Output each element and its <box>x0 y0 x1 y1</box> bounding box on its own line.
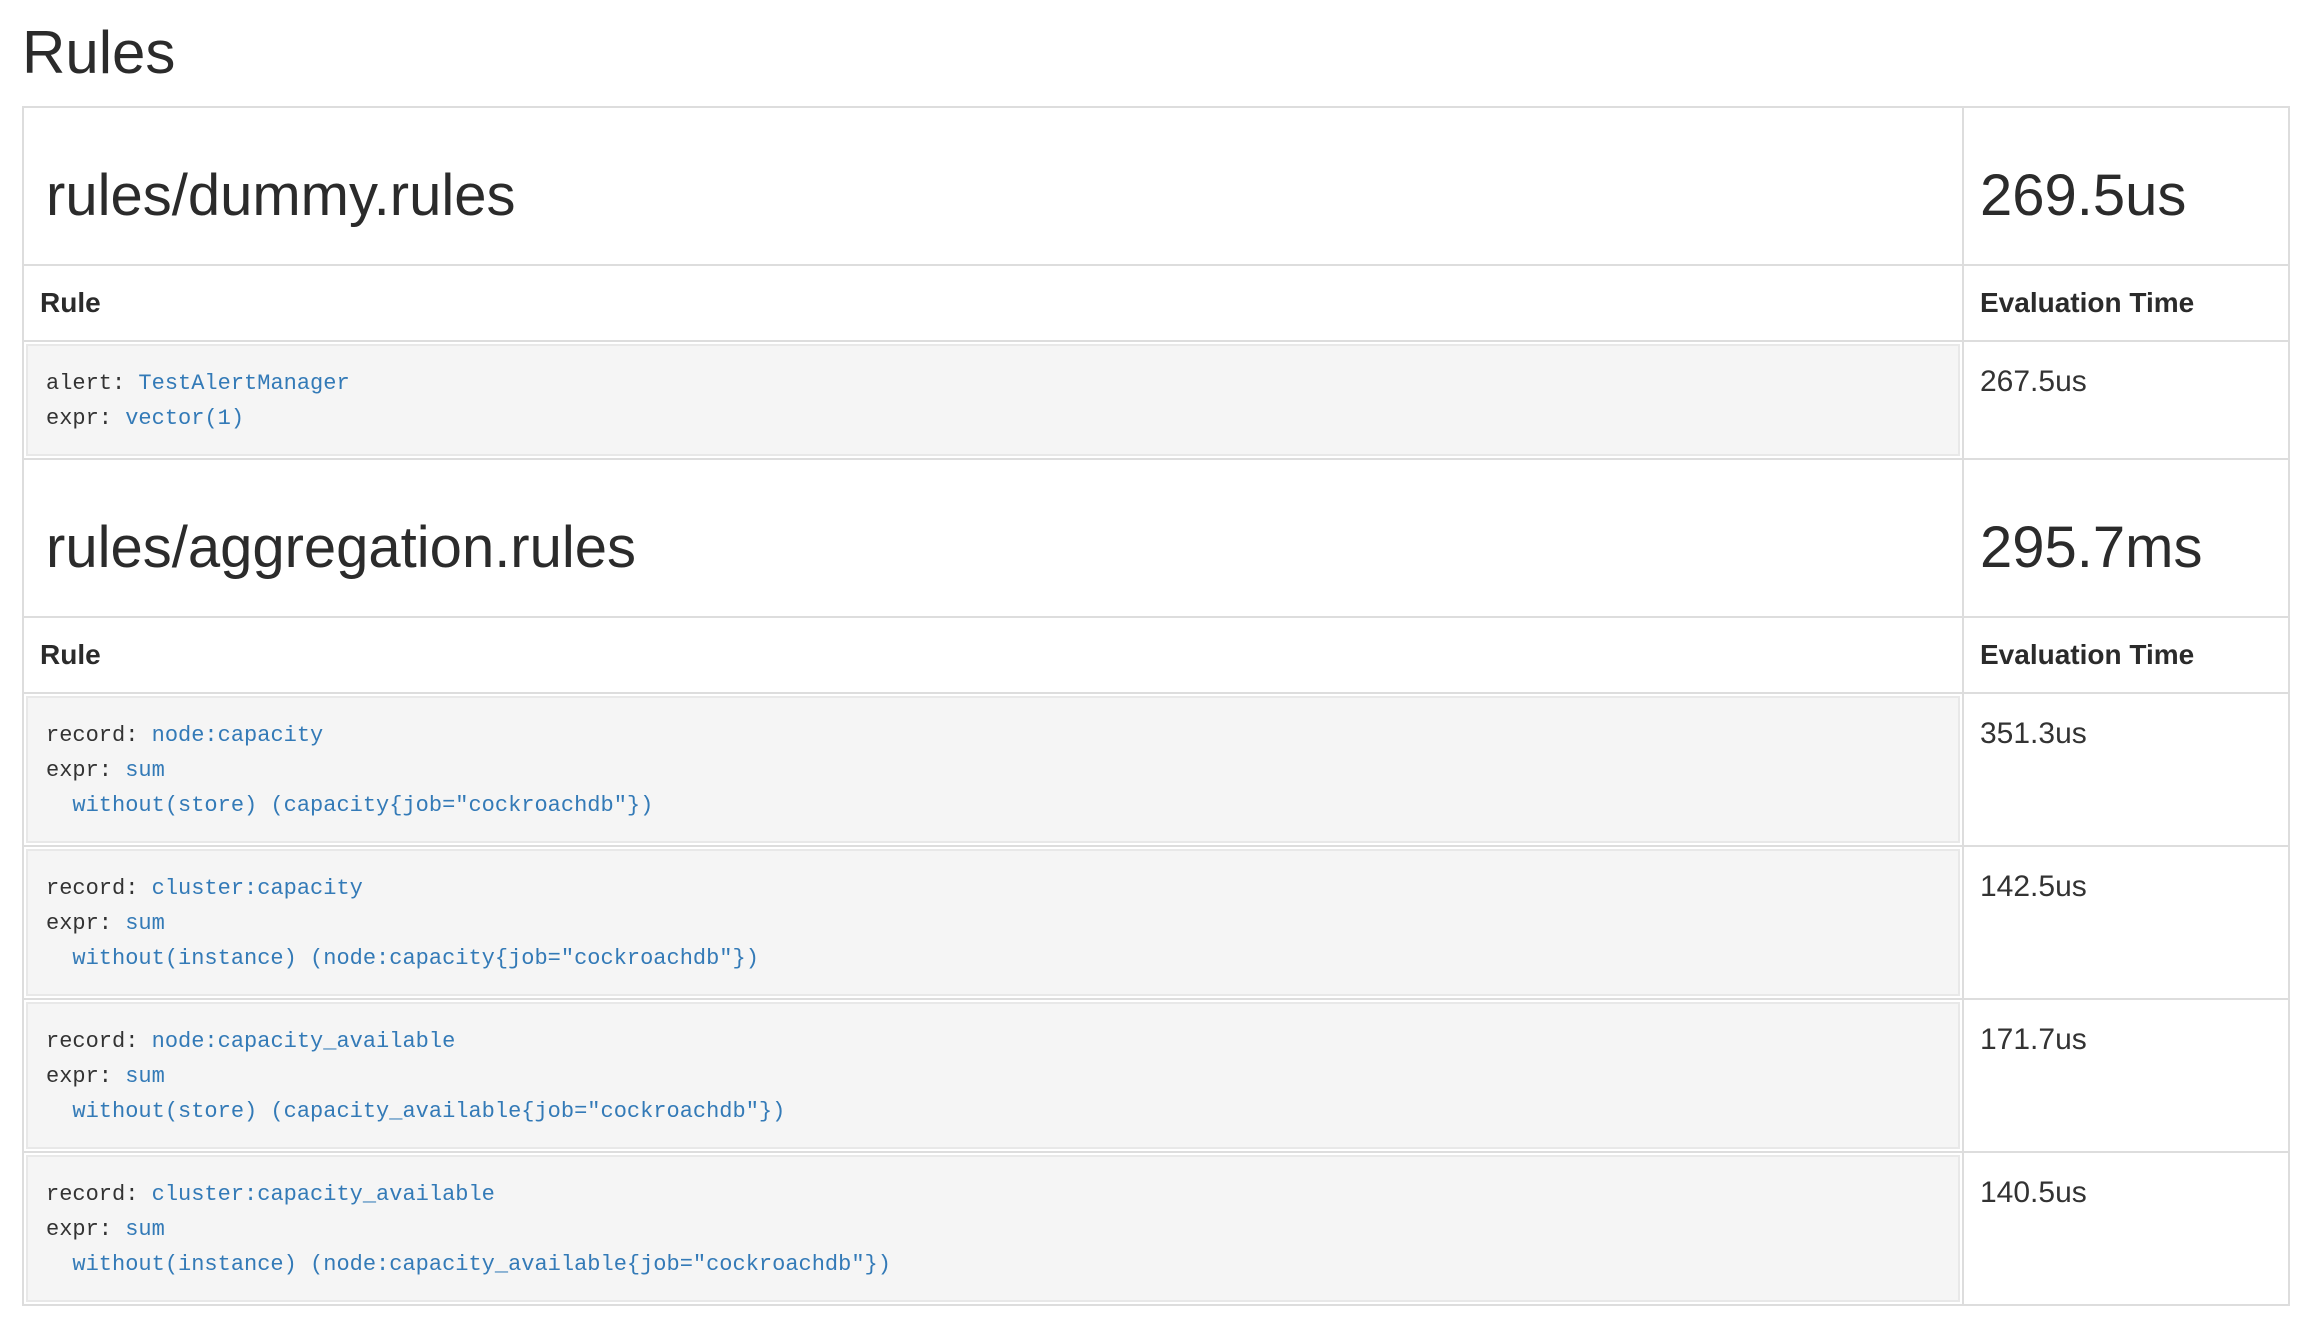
code-key: expr: <box>46 911 125 936</box>
rule-group-title: rules/dummy.rules <box>46 164 1946 228</box>
code-key: expr: <box>46 1217 125 1242</box>
code-line: without(store) (capacity{job="cockroachd… <box>46 788 1940 823</box>
rule-group-file-cell: rules/aggregation.rules <box>23 459 1963 617</box>
rule-link[interactable]: TestAlertManager <box>138 371 349 396</box>
code-key: alert: <box>46 371 138 396</box>
code-line: without(store) (capacity_available{job="… <box>46 1094 1940 1129</box>
rule-link[interactable]: without(instance) (node:capacity{job="co… <box>46 946 759 971</box>
code-line: expr: sum <box>46 753 1940 788</box>
column-header-rule: Rule <box>23 617 1963 693</box>
rule-link[interactable]: sum <box>125 1217 165 1242</box>
column-header-eval-time: Evaluation Time <box>1963 265 2289 341</box>
rule-row: record: node:capacity_availableexpr: sum… <box>23 999 2289 1152</box>
rule-group-file-cell: rules/dummy.rules <box>23 107 1963 265</box>
rule-group-title: rules/aggregation.rules <box>46 516 1946 580</box>
rule-cell: record: cluster:capacityexpr: sum withou… <box>23 846 1963 999</box>
code-line: expr: sum <box>46 906 1940 941</box>
code-key: expr: <box>46 758 125 783</box>
column-header-row: Rule Evaluation Time <box>23 265 2289 341</box>
rule-cell: alert: TestAlertManagerexpr: vector(1) <box>23 341 1963 459</box>
rule-link[interactable]: sum <box>125 1064 165 1089</box>
rule-eval-time: 140.5us <box>1963 1152 2289 1305</box>
rule-eval-time: 351.3us <box>1963 693 2289 846</box>
rule-row: alert: TestAlertManagerexpr: vector(1) 2… <box>23 341 2289 459</box>
code-key: record: <box>46 1029 152 1054</box>
rule-row: record: cluster:capacity_availableexpr: … <box>23 1152 2289 1305</box>
rule-definition: record: cluster:capacityexpr: sum withou… <box>26 849 1960 996</box>
rule-link[interactable]: without(store) (capacity{job="cockroachd… <box>46 793 653 818</box>
code-line: without(instance) (node:capacity_availab… <box>46 1247 1940 1282</box>
code-key: record: <box>46 723 152 748</box>
code-key: expr: <box>46 406 125 431</box>
rule-definition: alert: TestAlertManagerexpr: vector(1) <box>26 344 1960 456</box>
rule-group-eval-time: 295.7ms <box>1980 516 2272 580</box>
rule-cell: record: node:capacity_availableexpr: sum… <box>23 999 1963 1152</box>
rule-link[interactable]: sum <box>125 911 165 936</box>
rules-page: Rules rules/dummy.rules 269.5us Rule Eva… <box>0 20 2316 1306</box>
rule-group-header-row: rules/aggregation.rules 295.7ms <box>23 459 2289 617</box>
rule-eval-time: 142.5us <box>1963 846 2289 999</box>
rule-group-eval-time-cell: 269.5us <box>1963 107 2289 265</box>
rule-link[interactable]: cluster:capacity_available <box>152 1182 495 1207</box>
column-header-rule: Rule <box>23 265 1963 341</box>
rules-table-body: rules/dummy.rules 269.5us Rule Evaluatio… <box>23 107 2289 1305</box>
rule-group-header-row: rules/dummy.rules 269.5us <box>23 107 2289 265</box>
code-line: without(instance) (node:capacity{job="co… <box>46 941 1940 976</box>
column-header-eval-time: Evaluation Time <box>1963 617 2289 693</box>
code-line: alert: TestAlertManager <box>46 366 1940 401</box>
code-line: record: node:capacity <box>46 718 1940 753</box>
code-line: record: node:capacity_available <box>46 1024 1940 1059</box>
rule-definition: record: node:capacity_availableexpr: sum… <box>26 1002 1960 1149</box>
rule-group-eval-time-cell: 295.7ms <box>1963 459 2289 617</box>
rule-row: record: cluster:capacityexpr: sum withou… <box>23 846 2289 999</box>
code-line: record: cluster:capacity <box>46 871 1940 906</box>
rule-row: record: node:capacityexpr: sum without(s… <box>23 693 2289 846</box>
rule-link[interactable]: without(instance) (node:capacity_availab… <box>46 1252 891 1277</box>
rule-eval-time: 267.5us <box>1963 341 2289 459</box>
rule-link[interactable]: sum <box>125 758 165 783</box>
rule-link[interactable]: vector(1) <box>125 406 244 431</box>
code-line: record: cluster:capacity_available <box>46 1177 1940 1212</box>
column-header-row: Rule Evaluation Time <box>23 617 2289 693</box>
code-key: expr: <box>46 1064 125 1089</box>
code-key: record: <box>46 876 152 901</box>
rule-cell: record: cluster:capacity_availableexpr: … <box>23 1152 1963 1305</box>
code-line: expr: vector(1) <box>46 401 1940 436</box>
rules-table: rules/dummy.rules 269.5us Rule Evaluatio… <box>22 106 2290 1306</box>
rule-group-eval-time: 269.5us <box>1980 164 2272 228</box>
rule-link[interactable]: cluster:capacity <box>152 876 363 901</box>
rule-link[interactable]: node:capacity <box>152 723 324 748</box>
rule-definition: record: node:capacityexpr: sum without(s… <box>26 696 1960 843</box>
code-line: expr: sum <box>46 1212 1940 1247</box>
rule-cell: record: node:capacityexpr: sum without(s… <box>23 693 1963 846</box>
code-key: record: <box>46 1182 152 1207</box>
rule-link[interactable]: without(store) (capacity_available{job="… <box>46 1099 785 1124</box>
rule-definition: record: cluster:capacity_availableexpr: … <box>26 1155 1960 1302</box>
page-title: Rules <box>22 20 2290 86</box>
code-line: expr: sum <box>46 1059 1940 1094</box>
rule-eval-time: 171.7us <box>1963 999 2289 1152</box>
rule-link[interactable]: node:capacity_available <box>152 1029 456 1054</box>
